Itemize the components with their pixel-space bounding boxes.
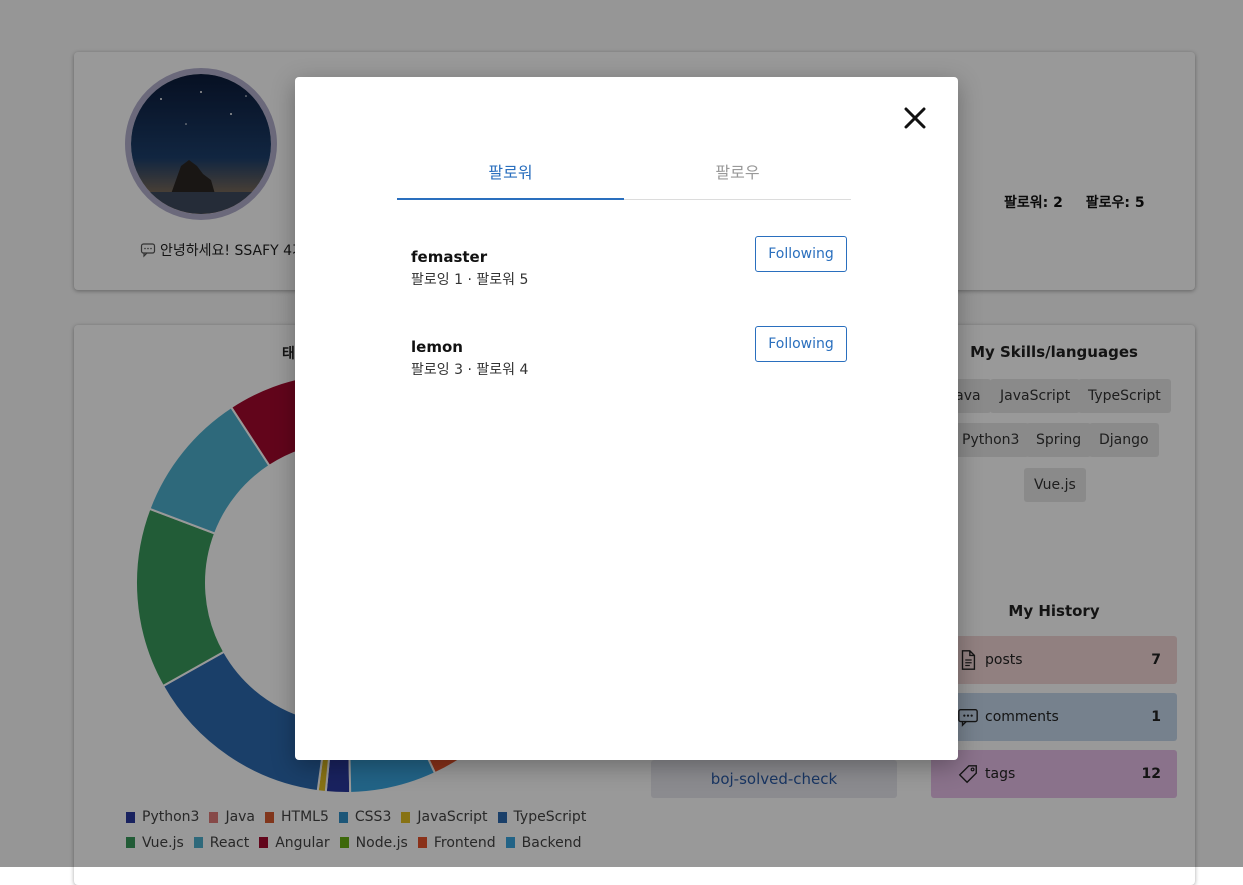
tab-followers[interactable]: 팔로워 xyxy=(397,155,624,200)
follow-modal: 팔로워 팔로우 femaster 팔로잉 1 · 팔로워 5 Following… xyxy=(295,77,958,760)
following-button[interactable]: Following xyxy=(755,236,847,272)
follow-tabs: 팔로워 팔로우 xyxy=(397,155,851,200)
close-icon[interactable] xyxy=(902,105,928,131)
user-row-femaster: femaster 팔로잉 1 · 팔로워 5 Following xyxy=(411,236,847,296)
user-stats: 팔로잉 3 · 팔로워 4 xyxy=(411,362,529,378)
user-name[interactable]: lemon xyxy=(411,338,463,356)
tab-following[interactable]: 팔로우 xyxy=(624,155,851,199)
user-row-lemon: lemon 팔로잉 3 · 팔로워 4 Following xyxy=(411,326,847,386)
user-stats: 팔로잉 1 · 팔로워 5 xyxy=(411,272,529,288)
following-button[interactable]: Following xyxy=(755,326,847,362)
user-name[interactable]: femaster xyxy=(411,248,487,266)
